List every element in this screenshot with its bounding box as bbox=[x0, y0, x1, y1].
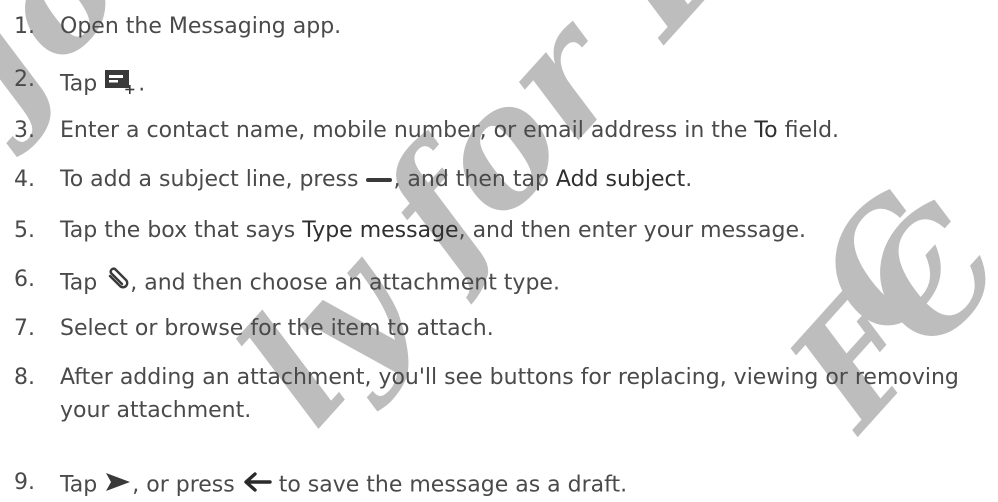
menu-dash-icon bbox=[365, 167, 393, 193]
step-number: 4. bbox=[14, 167, 35, 192]
step-1: 1. Open the Messaging app. bbox=[14, 14, 998, 40]
step-number: 5. bbox=[14, 218, 35, 243]
step-4: 4. To add a subject line, press , and the… bbox=[14, 167, 998, 193]
step-text: Tap , or press to save the message as a … bbox=[60, 470, 627, 501]
step-7: 7. Select or browse for the item to attac… bbox=[14, 316, 998, 342]
step-2: 2. Tap . bbox=[14, 67, 998, 97]
paperclip-icon bbox=[104, 267, 130, 300]
step-number: 8. bbox=[14, 365, 35, 390]
step-text: Tap the box that says Type message, and … bbox=[60, 218, 807, 243]
instruction-steps: 1. Open the Messaging app. 2. Tap . 3. Ente… bbox=[0, 0, 998, 502]
step-text: After adding an attachment, you'll see b… bbox=[60, 365, 959, 423]
step-number: 9. bbox=[14, 470, 35, 495]
step-8: 8. After adding an attachment, you'll see… bbox=[14, 365, 998, 423]
step-6: 6. Tap , and then choose an attachment ty… bbox=[14, 267, 998, 296]
step-text: Tap , and then choose an attachment type… bbox=[60, 267, 560, 300]
step-5: 5. Tap the box that says Type message, an… bbox=[14, 218, 998, 244]
step-text: To add a subject line, press , and then … bbox=[60, 167, 693, 193]
step-9: 9. Tap , or press to save the message as … bbox=[14, 470, 998, 498]
to-field-label: To bbox=[754, 118, 778, 143]
step-text: Open the Messaging app. bbox=[60, 14, 342, 39]
type-message-label: Type message bbox=[302, 218, 459, 243]
add-subject-label: Add subject bbox=[555, 167, 686, 192]
step-number: 6. bbox=[14, 267, 35, 292]
back-arrow-icon bbox=[242, 471, 272, 500]
send-icon bbox=[104, 470, 132, 501]
step-number: 7. bbox=[14, 316, 35, 341]
step-text: Enter a contact name, mobile number, or … bbox=[60, 118, 840, 143]
new-message-icon bbox=[104, 67, 138, 102]
step-3: 3. Enter a contact name, mobile number, o… bbox=[14, 118, 998, 144]
step-text: Select or browse for the item to attach. bbox=[60, 316, 494, 341]
step-number: 2. bbox=[14, 67, 35, 92]
step-number: 1. bbox=[14, 14, 35, 39]
step-text: Tap . bbox=[60, 67, 145, 102]
step-number: 3. bbox=[14, 118, 35, 143]
